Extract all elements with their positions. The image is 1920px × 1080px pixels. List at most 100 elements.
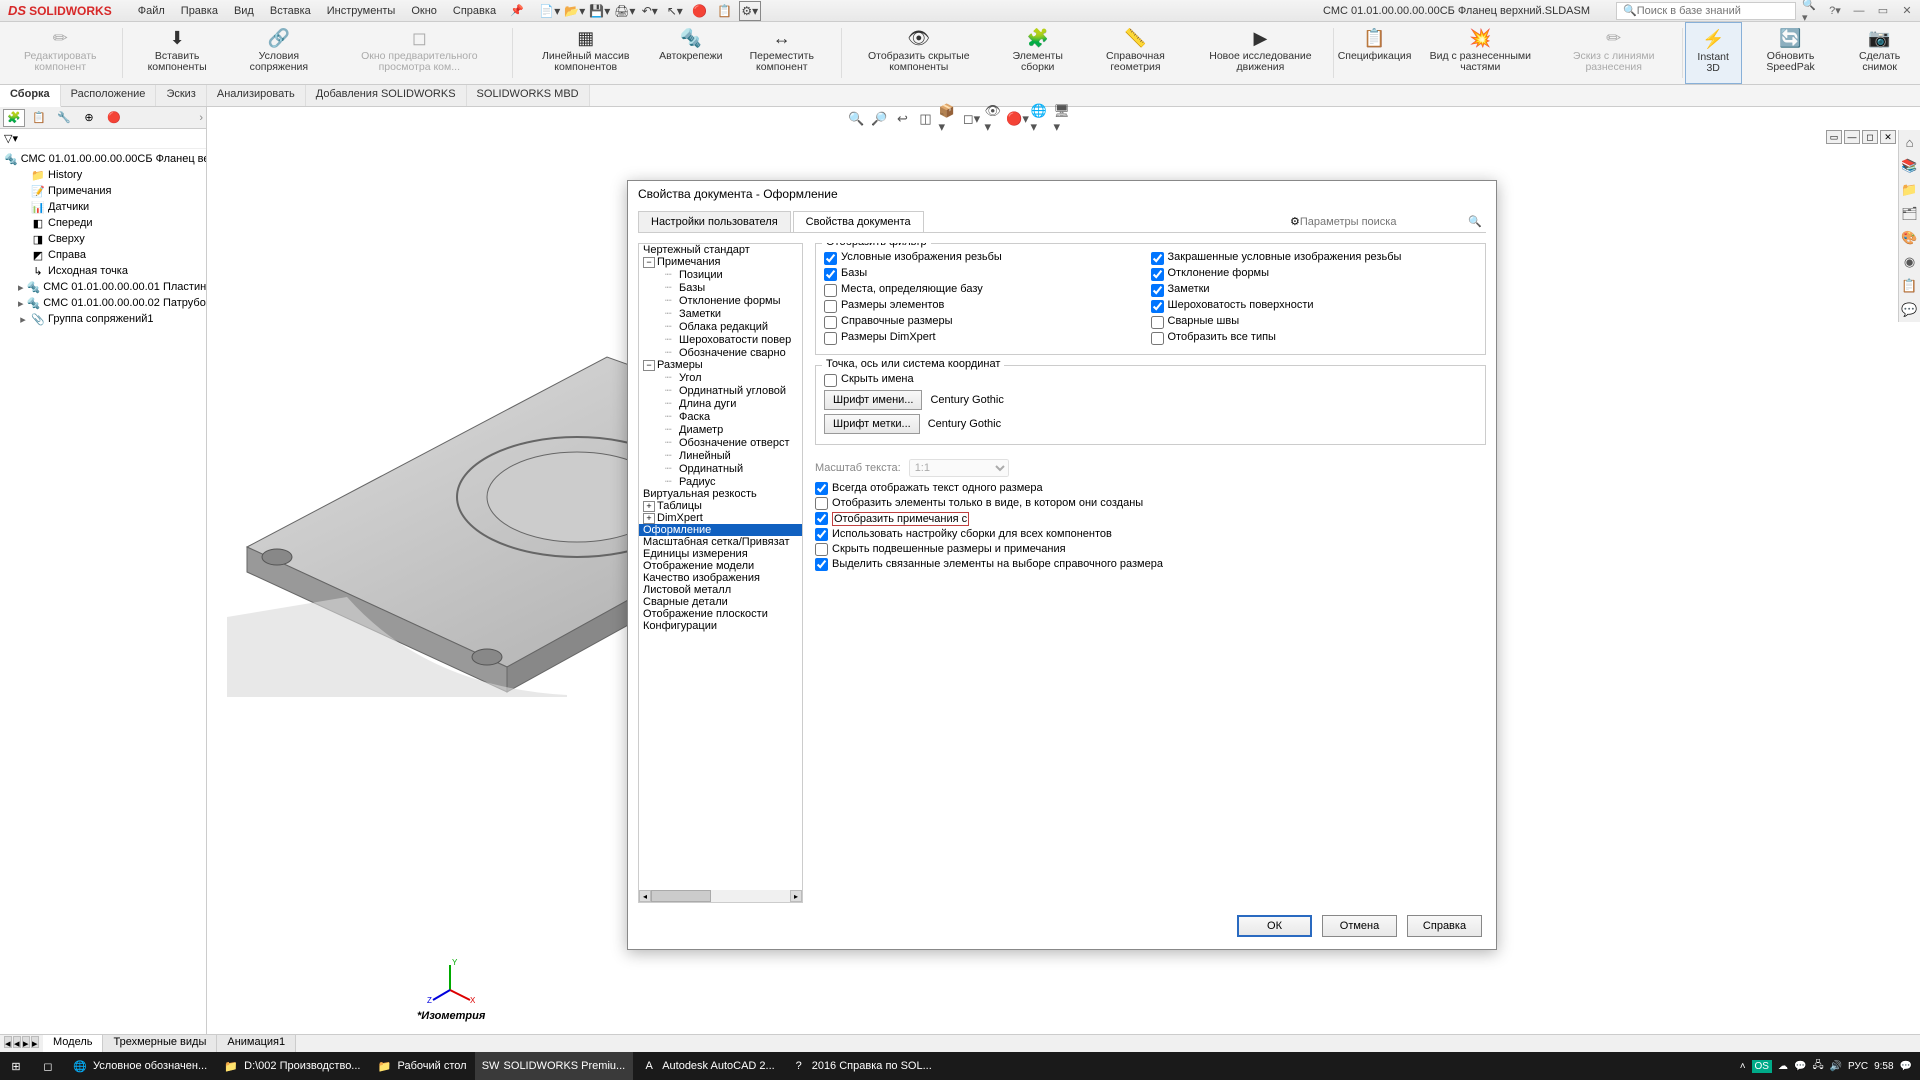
scene-icon[interactable]: 🌐▾ bbox=[1031, 110, 1051, 128]
bottom-tab-1[interactable]: Трехмерные виды bbox=[103, 1035, 217, 1052]
explorer-icon[interactable]: 🗂 bbox=[1899, 202, 1920, 226]
settings-tree-item[interactable]: ┈Ординатный bbox=[639, 462, 802, 475]
display-style-icon[interactable]: ◻▾ bbox=[962, 110, 982, 128]
tree-item[interactable]: ▸🔩СМС 01.01.00.00.00.02 Патрубок<1> (По bbox=[0, 295, 206, 311]
menu-правка[interactable]: Правка bbox=[173, 2, 226, 20]
option-checkbox[interactable]: Отобразить элементы только в виде, в кот… bbox=[815, 496, 1486, 511]
settings-tree-item[interactable]: +Таблицы bbox=[639, 500, 802, 512]
tree-expand-icon[interactable]: + bbox=[643, 501, 655, 512]
checkbox-input[interactable] bbox=[1151, 300, 1164, 313]
ribbon-btn-12[interactable]: 💥Вид с разнесенными частями bbox=[1413, 22, 1548, 84]
settings-tree-item[interactable]: ┈Линейный bbox=[639, 449, 802, 462]
settings-tree-item[interactable]: ┈Обозначение сварно bbox=[639, 346, 802, 359]
option-checkbox[interactable]: Выделить связанные элементы на выборе сп… bbox=[815, 557, 1486, 572]
checkbox-input[interactable] bbox=[1151, 268, 1164, 281]
checkbox-input[interactable] bbox=[824, 268, 837, 281]
tree-item[interactable]: ▸🔩СМС 01.01.00.00.00.01 Пластина верхне bbox=[0, 279, 206, 295]
checkbox-input[interactable] bbox=[1151, 284, 1164, 297]
ribbon-btn-7[interactable]: 👁Отобразить скрытые компоненты bbox=[843, 22, 994, 84]
settings-tree-item[interactable]: Чертежный стандарт bbox=[639, 244, 802, 256]
minimize-icon[interactable]: — bbox=[1850, 2, 1868, 20]
rebuild-icon[interactable]: 🔴 bbox=[689, 1, 711, 21]
taskbar-item[interactable]: ?2016 Справка по SOL... bbox=[783, 1052, 940, 1080]
checkbox-input[interactable] bbox=[815, 558, 828, 571]
settings-tree-item[interactable]: ┈Обозначение отверст bbox=[639, 436, 802, 449]
save-icon[interactable]: 💾▾ bbox=[589, 1, 611, 21]
filter-checkbox[interactable]: Справочные размеры bbox=[824, 314, 1151, 330]
open-icon[interactable]: 📂▾ bbox=[564, 1, 586, 21]
close-icon[interactable]: ✕ bbox=[1898, 2, 1916, 20]
filter-checkbox[interactable]: Шероховатость поверхности bbox=[1151, 298, 1478, 314]
ribbon-btn-14[interactable]: ⚡Instant 3D bbox=[1685, 22, 1742, 84]
menu-окно[interactable]: Окно bbox=[403, 2, 445, 20]
settings-tree-item[interactable]: ┈Угол bbox=[639, 371, 802, 384]
tray-lang[interactable]: РУС bbox=[1848, 1061, 1868, 1072]
settings-tree-item[interactable]: Сварные детали bbox=[639, 596, 802, 608]
tree-item[interactable]: 📝Примечания bbox=[0, 183, 206, 199]
feature-tree-tab-icon[interactable]: 🧩 bbox=[3, 109, 25, 127]
filter-checkbox[interactable]: Закрашенные условные изображения резьбы bbox=[1151, 250, 1478, 266]
checkbox-input[interactable] bbox=[824, 252, 837, 265]
checkbox-input[interactable] bbox=[1151, 252, 1164, 265]
settings-tree-item[interactable]: Качество изображения bbox=[639, 572, 802, 584]
custom-props-icon[interactable]: 📋 bbox=[1899, 274, 1920, 298]
tray-app-icon[interactable]: OS bbox=[1752, 1060, 1772, 1073]
settings-tree-item[interactable]: ┈Облака редакций bbox=[639, 320, 802, 333]
view-palette-icon[interactable]: 🎨 bbox=[1899, 226, 1920, 250]
tab-2[interactable]: Эскиз bbox=[156, 85, 206, 106]
settings-tree-item[interactable]: Оформление bbox=[639, 524, 802, 536]
filter-checkbox[interactable]: Размеры DimXpert bbox=[824, 330, 1151, 346]
tray-note-icon[interactable]: 💬 bbox=[1794, 1061, 1806, 1072]
option-checkbox[interactable]: Скрыть подвешенные размеры и примечания bbox=[815, 542, 1486, 557]
settings-tree-item[interactable]: Единицы измерения bbox=[639, 548, 802, 560]
tray-time[interactable]: 9:58 bbox=[1874, 1061, 1893, 1072]
tree-item[interactable]: 📁History bbox=[0, 167, 206, 183]
tab-scroll-arrows[interactable]: ◂◂▸▸ bbox=[0, 1035, 43, 1052]
taskbar-item[interactable]: AAutodesk AutoCAD 2... bbox=[633, 1052, 783, 1080]
tray-volume-icon[interactable]: 🔊 bbox=[1830, 1061, 1842, 1072]
ribbon-btn-9[interactable]: 📏Справочная геометрия bbox=[1081, 22, 1189, 84]
tree-root[interactable]: 🔩СМС 01.01.00.00.00.00СБ Фланец верхний … bbox=[0, 151, 206, 167]
vp-restore-icon[interactable]: ▭ bbox=[1826, 130, 1842, 144]
select-icon[interactable]: ↖▾ bbox=[664, 1, 686, 21]
tab-4[interactable]: Добавления SOLIDWORKS bbox=[306, 85, 467, 106]
filter-row[interactable]: ▽▾ bbox=[0, 129, 206, 149]
expand-icon[interactable]: ▸ bbox=[18, 297, 24, 310]
settings-tree-item[interactable]: Конфигурации bbox=[639, 620, 802, 632]
settings-tree-item[interactable]: ┈Отклонение формы bbox=[639, 294, 802, 307]
settings-tree-item[interactable]: −Примечания bbox=[639, 256, 802, 268]
checkbox-input[interactable] bbox=[815, 543, 828, 556]
appearance-icon[interactable]: 🔴▾ bbox=[1008, 110, 1028, 128]
checkbox-input[interactable] bbox=[815, 528, 828, 541]
checkbox-input[interactable] bbox=[815, 482, 828, 495]
resources-icon[interactable]: 📚 bbox=[1899, 154, 1920, 178]
ribbon-btn-11[interactable]: 📋Спецификация bbox=[1336, 22, 1413, 84]
filter-checkbox[interactable]: Базы bbox=[824, 266, 1151, 282]
bottom-tab-0[interactable]: Модель bbox=[43, 1035, 103, 1052]
checkbox-input[interactable] bbox=[824, 284, 837, 297]
search-dropdown-icon[interactable]: 🔍▾ bbox=[1802, 2, 1820, 20]
tab-5[interactable]: SOLIDWORKS MBD bbox=[467, 85, 590, 106]
tree-item[interactable]: ◨Сверху bbox=[0, 231, 206, 247]
knowledge-search[interactable]: 🔍 bbox=[1616, 2, 1796, 20]
option-checkbox[interactable]: Отобразить примечания с bbox=[815, 511, 1486, 527]
tab-3[interactable]: Анализировать bbox=[207, 85, 306, 106]
scroll-left-icon[interactable]: ◂ bbox=[639, 890, 651, 902]
hide-show-icon[interactable]: 👁▾ bbox=[985, 110, 1005, 128]
ribbon-btn-16[interactable]: 📷Сделать снимок bbox=[1839, 22, 1920, 84]
menu-файл[interactable]: Файл bbox=[130, 2, 173, 20]
help-icon[interactable]: ?▾ bbox=[1826, 2, 1844, 20]
menu-вид[interactable]: Вид bbox=[226, 2, 262, 20]
help-button[interactable]: Справка bbox=[1407, 915, 1482, 937]
tray-up-icon[interactable]: ˄ bbox=[1740, 1061, 1746, 1072]
settings-tree-item[interactable]: ┈Длина дуги bbox=[639, 397, 802, 410]
tree-item[interactable]: 📊Датчики bbox=[0, 199, 206, 215]
option-checkbox[interactable]: Всегда отображать текст одного размера bbox=[815, 481, 1486, 496]
filter-checkbox[interactable]: Отобразить все типы bbox=[1151, 330, 1478, 346]
vp-min-icon[interactable]: — bbox=[1844, 130, 1860, 144]
checkbox-input[interactable] bbox=[824, 316, 837, 329]
taskbar-item[interactable]: 📁D:\002 Производство... bbox=[215, 1052, 368, 1080]
vp-close-icon[interactable]: ✕ bbox=[1880, 130, 1896, 144]
config-tab-icon[interactable]: 🔧 bbox=[53, 109, 75, 127]
new-icon[interactable]: 📄▾ bbox=[539, 1, 561, 21]
